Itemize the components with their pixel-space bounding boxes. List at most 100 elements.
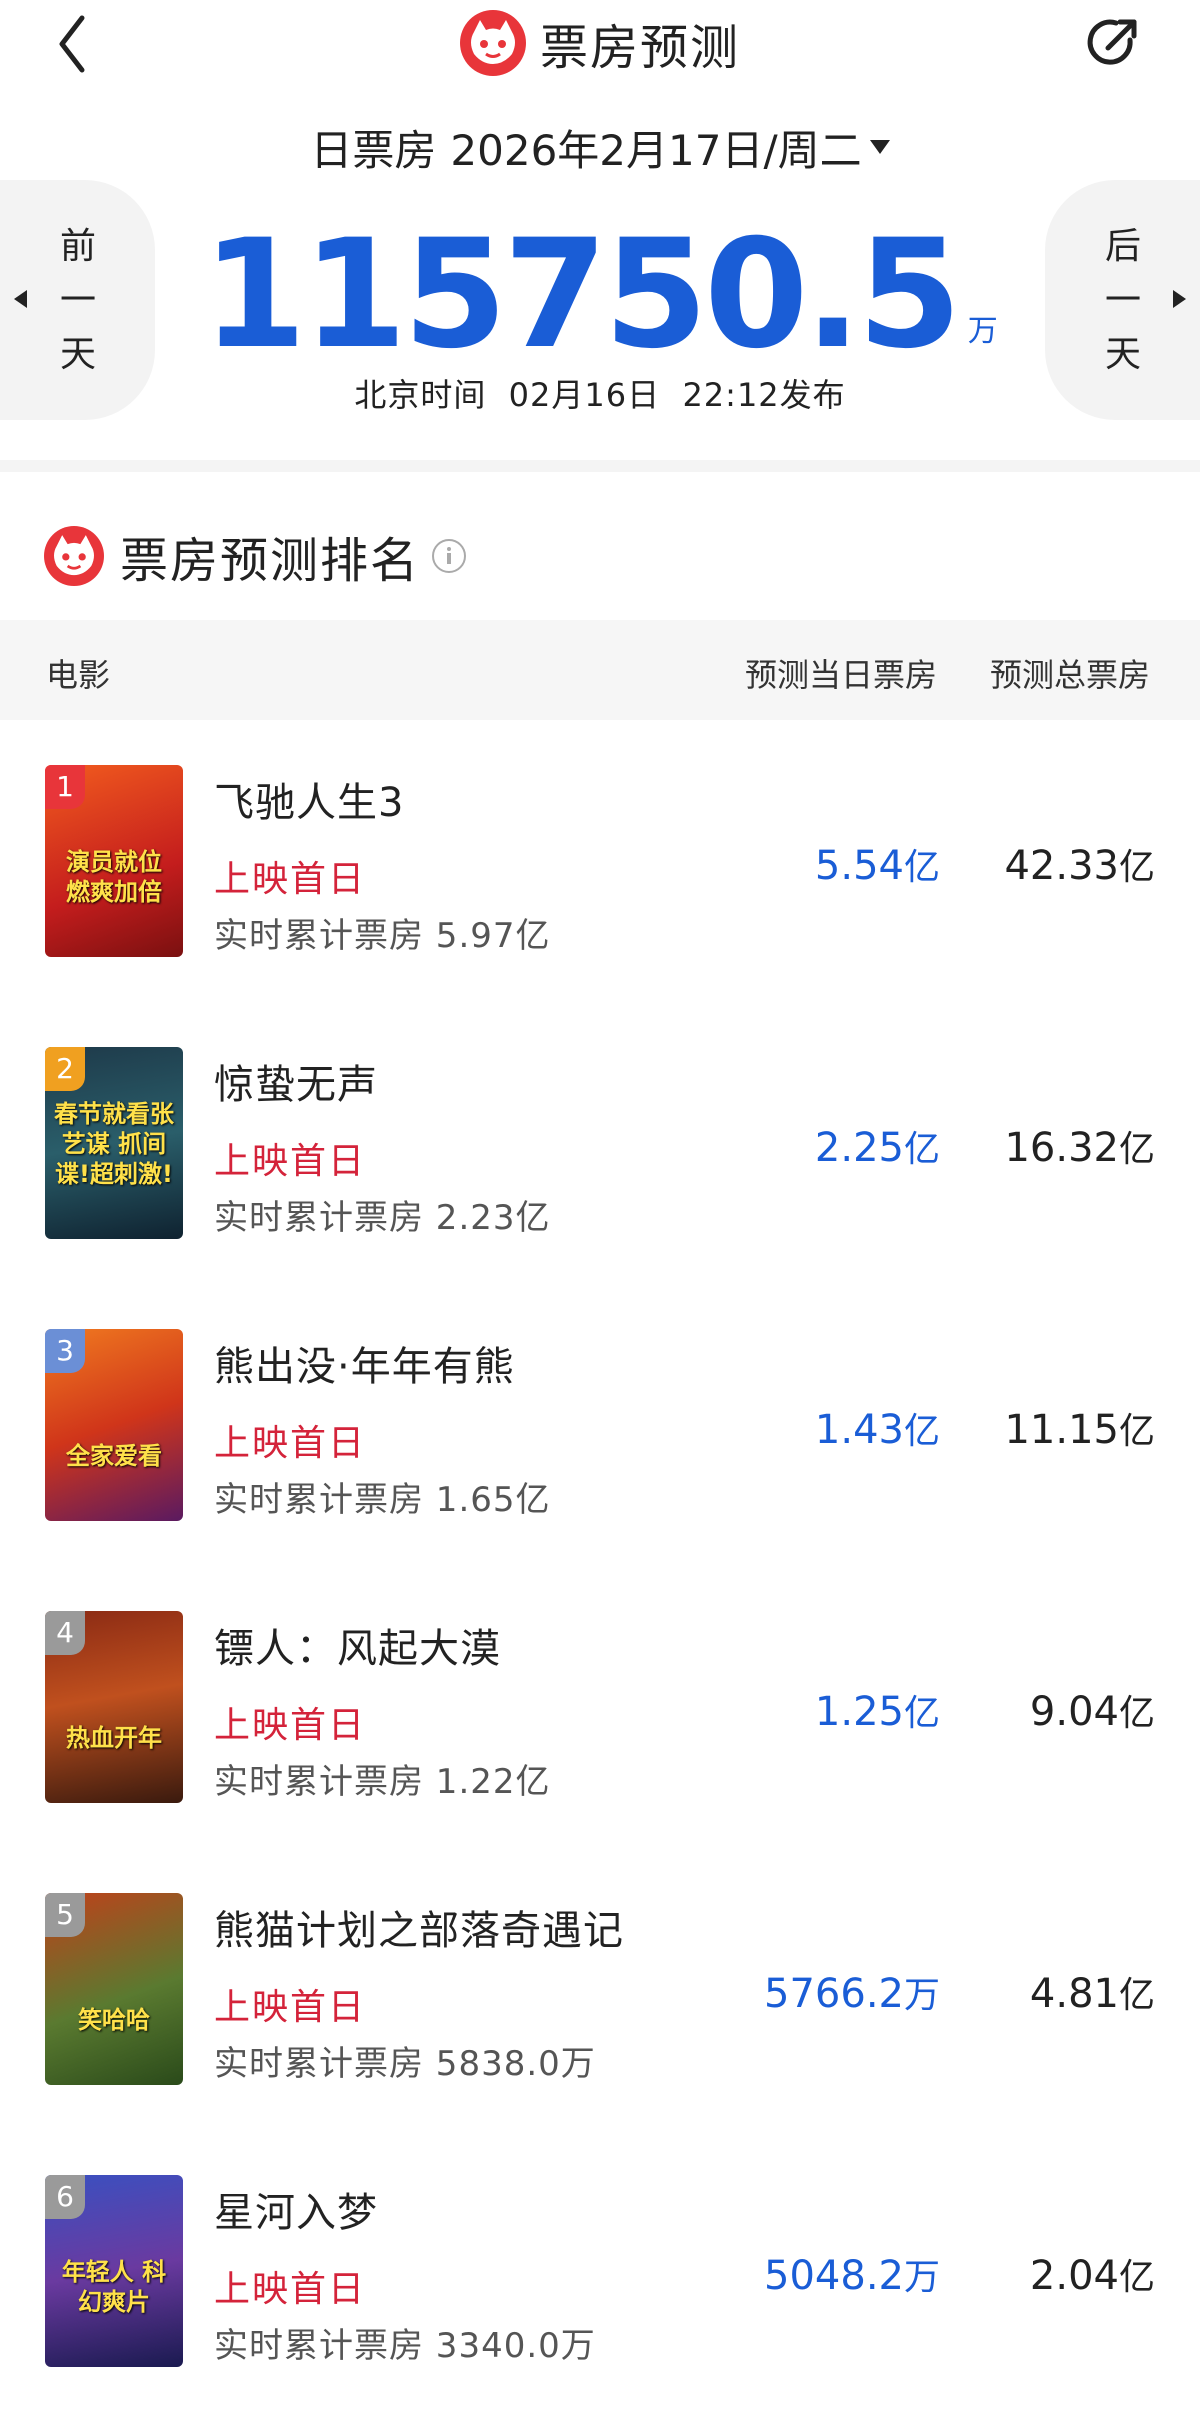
table-row[interactable]: 笑哈哈 5 熊猫计划之部落奇遇记 上映首日 实时累计票房 5838.0万 576… [0, 1848, 1200, 2130]
prev-day-char: 前 [59, 226, 96, 267]
movie-poster: 年轻人 科幻爽片 6 [45, 2175, 183, 2367]
total-forecast: 11.15亿 [950, 1402, 1155, 1454]
daily-forecast-unit: 亿 [903, 1411, 940, 1452]
daily-forecast: 5048.2万 [700, 2248, 940, 2300]
daily-forecast: 5766.2万 [700, 1966, 940, 2018]
total-forecast: 16.32亿 [950, 1120, 1155, 1172]
daily-forecast-unit: 亿 [903, 847, 940, 888]
poster-text: 年轻人 科幻爽片 [61, 2258, 167, 2316]
total-forecast: 4.81亿 [950, 1966, 1155, 2018]
rank-badge: 1 [45, 765, 85, 809]
rank-badge: 4 [45, 1611, 85, 1655]
section-header: 票房预测排名 [44, 520, 467, 592]
poster-text: 演员就位 燃爽加倍 [66, 848, 162, 906]
table-row[interactable]: 春节就看张艺谋 抓间谍!超刺激! 2 惊蛰无声 上映首日 实时累计票房 2.23… [0, 1002, 1200, 1284]
daily-forecast-unit: 亿 [903, 1129, 940, 1170]
cumulative-box-office: 实时累计票房 5838.0万 [214, 2044, 596, 2084]
movie-name: 熊猫计划之部落奇遇记 [214, 1908, 624, 1954]
movie-name: 镖人：风起大漠 [214, 1626, 501, 1672]
total-forecast-unit: 亿 [1118, 1975, 1155, 2016]
page-title: 票房预测 [539, 20, 740, 76]
daily-forecast-value: 5.54 [814, 843, 904, 889]
table-row[interactable]: 全家爱看 3 熊出没·年年有熊 上映首日 实时累计票房 1.65亿 1.43亿 … [0, 1284, 1200, 1566]
release-status: 上映首日 [214, 1987, 367, 2028]
movie-poster: 热血开年 4 [45, 1611, 183, 1803]
poster-text: 热血开年 [66, 1724, 162, 1752]
table-header: 电影 预测当日票房 预测总票房 [0, 620, 1200, 720]
total-forecast-unit: 亿 [1118, 1411, 1155, 1452]
daily-forecast-value: 5048.2 [764, 2253, 904, 2299]
daily-forecast-unit: 亿 [903, 1693, 940, 1734]
cumulative-box-office: 实时累计票房 1.22亿 [214, 1762, 551, 1802]
daily-forecast-unit: 万 [903, 1975, 940, 2016]
cumulative-box-office: 实时累计票房 1.65亿 [214, 1480, 551, 1520]
column-header-movie: 电影 [46, 656, 111, 694]
share-icon [1087, 19, 1137, 65]
total-box-office: 115750.5 万 [202, 190, 998, 370]
release-status: 上映首日 [214, 2269, 367, 2310]
total-forecast-value: 4.81 [1029, 1971, 1119, 2017]
rank-badge: 2 [45, 1047, 85, 1091]
total-forecast-value: 16.32 [1004, 1125, 1119, 1171]
rank-badge: 3 [45, 1329, 85, 1373]
daily-forecast-value: 1.25 [814, 1689, 904, 1735]
total-box-office-unit: 万 [967, 314, 998, 349]
daily-forecast-value: 2.25 [814, 1125, 904, 1171]
column-header-total: 预测总票房 [990, 656, 1151, 694]
info-icon[interactable] [432, 539, 467, 573]
rank-badge: 5 [45, 1893, 85, 1937]
prev-day-char: 一 [59, 280, 96, 321]
column-header-daily: 预测当日票房 [745, 656, 938, 694]
date-selector[interactable]: 日票房 2026年2月17日/周二 [0, 112, 1200, 182]
total-forecast-unit: 亿 [1118, 2257, 1155, 2298]
top-bar: 票房预测 [0, 0, 1200, 90]
next-day-char: 后 [1104, 226, 1141, 267]
total-forecast: 9.04亿 [950, 1684, 1155, 1736]
total-forecast-unit: 亿 [1118, 847, 1155, 888]
release-status: 上映首日 [214, 1141, 367, 1182]
rank-badge: 6 [45, 2175, 85, 2219]
next-day-char: 一 [1104, 280, 1141, 321]
daily-forecast: 5.54亿 [700, 838, 940, 890]
total-box-office-value: 115750.5 [202, 208, 962, 382]
cumulative-box-office: 实时累计票房 5.97亿 [214, 916, 551, 956]
movie-poster: 笑哈哈 5 [45, 1893, 183, 2085]
total-forecast: 42.33亿 [950, 838, 1155, 890]
share-button[interactable] [1080, 10, 1146, 76]
section-divider [0, 460, 1200, 472]
movie-name: 惊蛰无声 [214, 1062, 378, 1108]
poster-text: 春节就看张艺谋 抓间谍!超刺激! [54, 1100, 174, 1188]
cumulative-box-office: 实时累计票房 2.23亿 [214, 1198, 551, 1238]
daily-forecast-value: 5766.2 [764, 1971, 904, 2017]
table-row[interactable]: 年轻人 科幻爽片 6 星河入梦 上映首日 实时累计票房 3340.0万 5048… [0, 2130, 1200, 2412]
total-forecast-value: 2.04 [1029, 2253, 1119, 2299]
movie-name: 飞驰人生3 [214, 780, 405, 826]
daily-forecast: 1.25亿 [700, 1684, 940, 1736]
section-title: 票房预测排名 [120, 533, 421, 589]
daily-forecast: 2.25亿 [700, 1120, 940, 1172]
poster-text: 全家爱看 [66, 1442, 162, 1470]
total-forecast-value: 9.04 [1029, 1689, 1119, 1735]
publish-time: 北京时间 02月16日 22:12发布 [354, 376, 846, 414]
table-row[interactable]: 演员就位 燃爽加倍 1 飞驰人生3 上映首日 实时累计票房 5.97亿 5.54… [0, 720, 1200, 1002]
total-forecast-value: 42.33 [1004, 843, 1119, 889]
movie-name: 星河入梦 [214, 2190, 378, 2236]
title-wrap: 票房预测 [0, 8, 1200, 78]
cumulative-box-office: 实时累计票房 3340.0万 [214, 2326, 596, 2366]
total-forecast: 2.04亿 [950, 2248, 1155, 2300]
daily-forecast: 1.43亿 [700, 1402, 940, 1454]
daily-forecast-unit: 万 [903, 2257, 940, 2298]
date-value: 2026年2月17日/周二 [450, 125, 862, 175]
table-row[interactable]: 热血开年 4 镖人：风起大漠 上映首日 实时累计票房 1.22亿 1.25亿 9… [0, 1566, 1200, 1848]
total-forecast-unit: 亿 [1118, 1693, 1155, 1734]
poster-text: 笑哈哈 [78, 2006, 150, 2034]
movie-name: 熊出没·年年有熊 [214, 1344, 515, 1390]
movie-poster: 全家爱看 3 [45, 1329, 183, 1521]
date-label: 日票房 [310, 125, 437, 175]
total-forecast-value: 11.15 [1004, 1407, 1119, 1453]
movie-poster: 春节就看张艺谋 抓间谍!超刺激! 2 [45, 1047, 183, 1239]
total-forecast-unit: 亿 [1118, 1129, 1155, 1170]
cat-logo-icon [44, 526, 104, 586]
caret-down-icon [869, 140, 890, 154]
release-status: 上映首日 [214, 859, 367, 900]
